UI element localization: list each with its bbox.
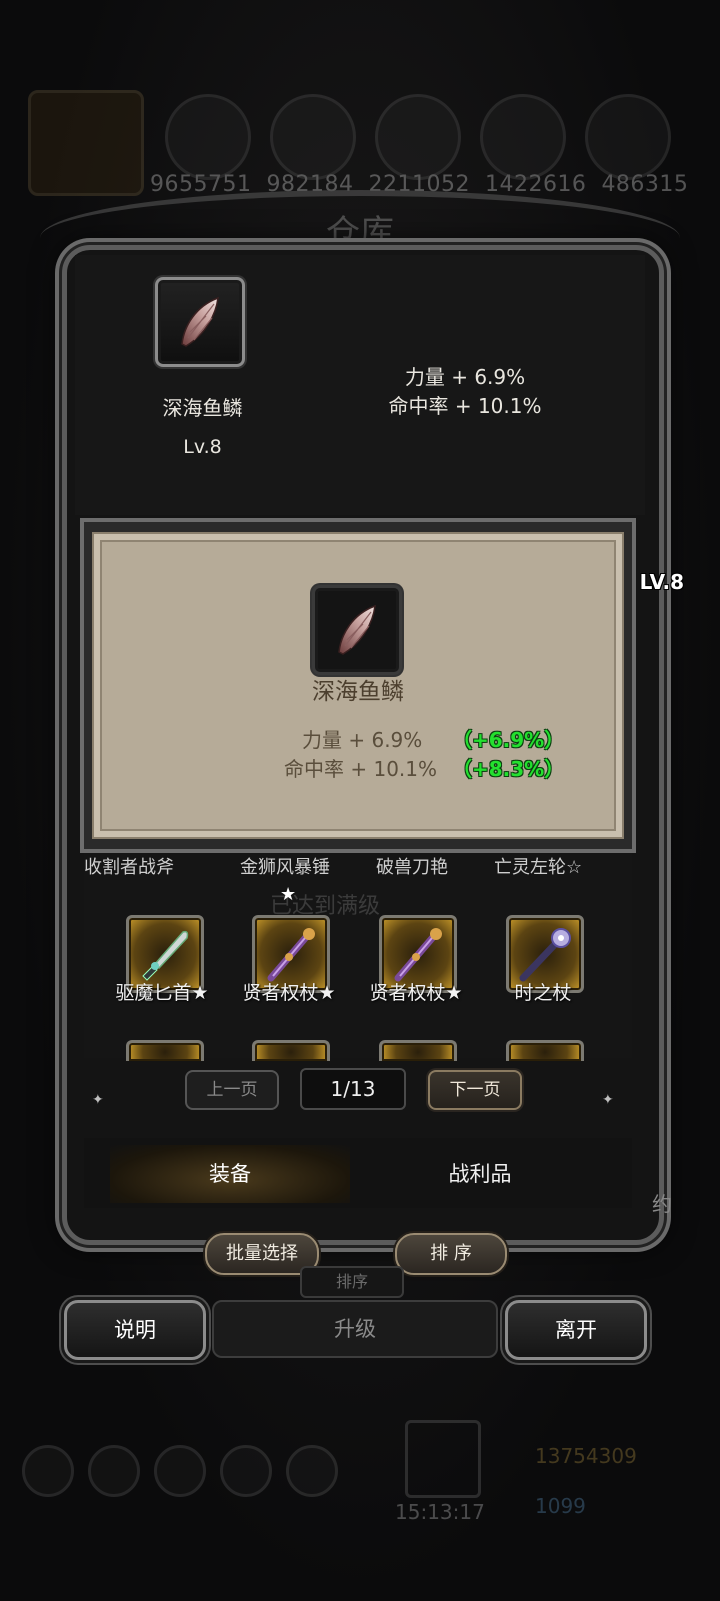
resource-icon (270, 94, 356, 180)
tooltip-stat-strength: 力量 + 6.9% (302, 728, 423, 752)
next-page-button[interactable]: 下一页 (428, 1070, 522, 1110)
background-side-text: 约 (652, 1192, 672, 1216)
background-hud-bottom: 15:13:17 13754309 1099 (0, 1420, 720, 1540)
star-mark: ★ (280, 884, 297, 905)
chest-icon (405, 1420, 481, 1498)
resource-icon (165, 94, 251, 180)
background-sort-label: 排序 (300, 1266, 404, 1298)
inventory-slot[interactable] (506, 1040, 584, 1061)
selected-item-slot[interactable] (155, 277, 245, 367)
menu-icon (220, 1445, 272, 1497)
tab-loot[interactable]: 战利品 (360, 1145, 600, 1203)
dagger-icon (142, 930, 189, 981)
fish-scale-icon (338, 604, 376, 655)
scepter-icon (267, 928, 315, 982)
sparkle-icon: ✦ (92, 1092, 104, 1108)
item-label: 金狮风暴锤 (240, 857, 330, 878)
selected-item-level: Lv.8 (183, 436, 222, 458)
menu-icon (154, 1445, 206, 1497)
staff-icon (519, 928, 571, 982)
tooltip-stat-accuracy: 命中率 + 10.1% (284, 757, 438, 781)
page-indicator: 1/13 (300, 1068, 406, 1110)
item-label: 破兽刀艳 (376, 857, 448, 878)
tooltip-item-name: 深海鱼鳞 (312, 679, 404, 705)
menu-icon (22, 1445, 74, 1497)
gem-count: 1099 (535, 1494, 586, 1518)
selected-item-name: 深海鱼鳞 (162, 396, 243, 420)
selected-stat-strength: 力量 + 6.9% (404, 365, 526, 389)
leave-button[interactable]: 离开 (505, 1300, 647, 1360)
clock-text: 15:13:17 (395, 1500, 485, 1524)
item-label: 贤者权杖★ (369, 982, 463, 1004)
menu-icon (286, 1445, 338, 1497)
sort-button[interactable]: 排 序 (395, 1233, 507, 1275)
inventory-slot[interactable] (379, 1040, 457, 1061)
item-label: 时之杖 (514, 982, 572, 1004)
item-label: 驱魔匕首★ (115, 982, 209, 1004)
tab-equipment[interactable]: 装备 (110, 1145, 350, 1203)
item-label: 亡灵左轮☆ (494, 857, 583, 878)
tooltip-item-slot (312, 585, 402, 675)
item-label: 贤者权杖★ (242, 982, 336, 1004)
sparkle-icon: ✦ (602, 1092, 614, 1108)
inventory-slot[interactable] (126, 1040, 204, 1061)
explain-button[interactable]: 说明 (64, 1300, 206, 1360)
resource-icon (375, 94, 461, 180)
resource-icon (480, 94, 566, 180)
inventory-slot[interactable] (252, 1040, 330, 1061)
menu-icon (88, 1445, 140, 1497)
prev-page-button[interactable]: 上一页 (185, 1070, 279, 1110)
resource-icon (585, 94, 671, 180)
player-portrait (28, 90, 144, 196)
scepter-icon (394, 928, 442, 982)
item-label: 收割者战斧 (84, 857, 174, 878)
upgrade-button[interactable]: 升级 (212, 1300, 498, 1358)
tooltip-bonus-strength: （+6.9%） (452, 728, 565, 752)
selected-stat-accuracy: 命中率 + 10.1% (388, 394, 542, 418)
tooltip-bonus-accuracy: （+8.3%） (452, 757, 565, 781)
fish-scale-icon (181, 296, 219, 347)
tooltip-level: LV.8 (639, 570, 684, 594)
gold-count: 13754309 (535, 1444, 637, 1468)
